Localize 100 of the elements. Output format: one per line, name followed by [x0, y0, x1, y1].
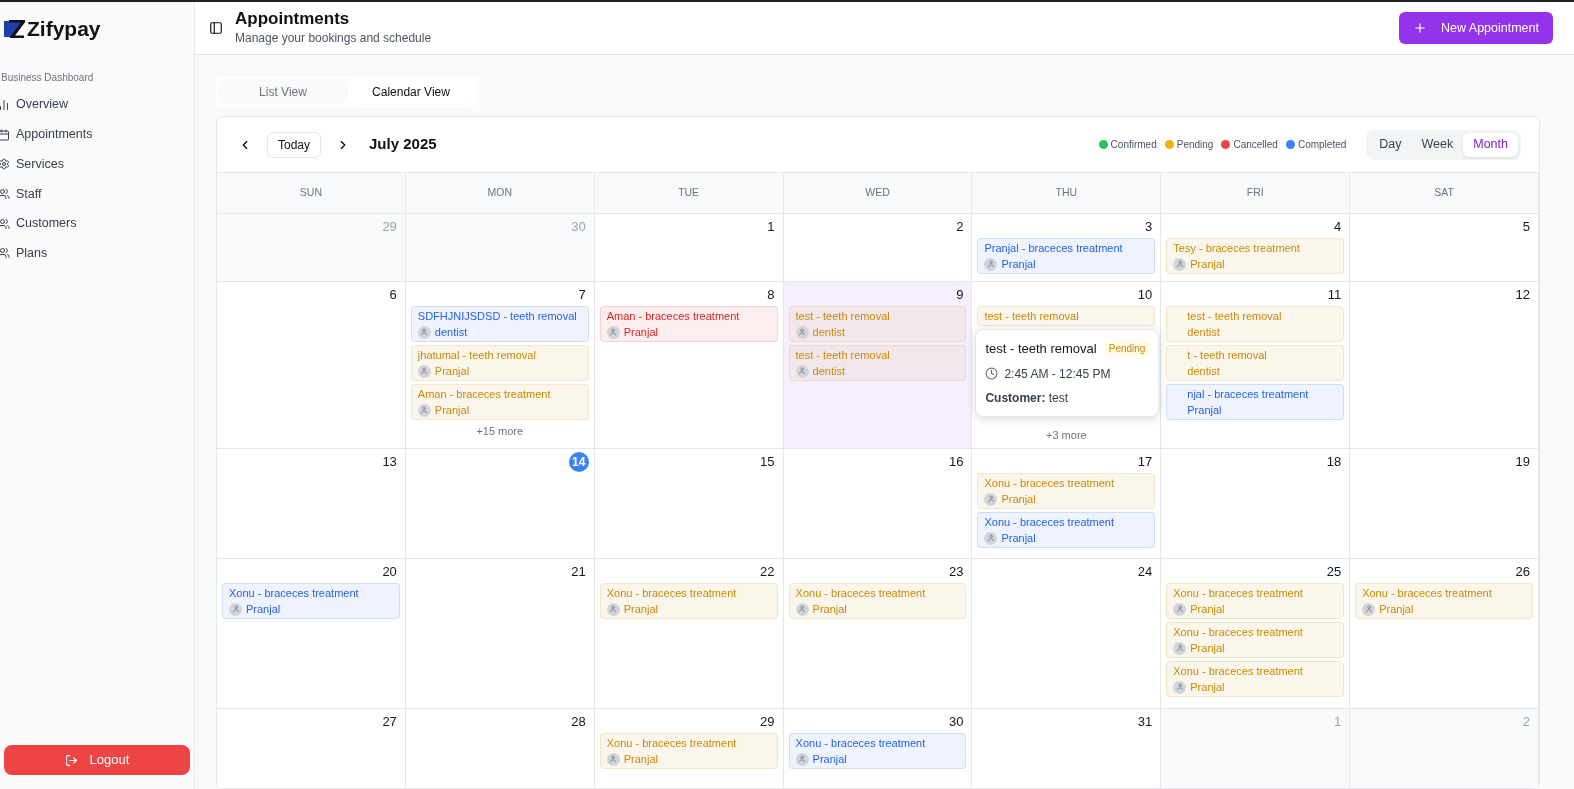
- day-cell[interactable]: 22 Xonu - braceces treatment Pranjal: [594, 559, 784, 709]
- avatar-icon: [606, 752, 620, 766]
- day-cell[interactable]: 19: [1350, 449, 1539, 559]
- avatar-icon: [606, 602, 620, 616]
- nav-item[interactable]: Staff: [0, 179, 194, 209]
- date-number: 7: [578, 286, 586, 304]
- appointment-card[interactable]: Xonu - braceces treatment Pranjal: [977, 512, 1156, 548]
- appointment-card[interactable]: njal - braceces treatment Pranjal: [1166, 384, 1345, 420]
- status-badge: Pending: [1104, 340, 1150, 358]
- date-number: 17: [1137, 453, 1153, 471]
- staff-name: Pranjal: [1001, 492, 1036, 506]
- weekday-header: TUE: [594, 173, 784, 214]
- day-cell[interactable]: 15: [594, 449, 784, 559]
- staff-name: Pranjal: [623, 325, 658, 339]
- nav-item[interactable]: Plans: [0, 238, 194, 269]
- day-cell[interactable]: 14: [405, 449, 595, 559]
- appointment-title: t - teeth removal: [1187, 348, 1268, 362]
- staff-name: Pranjal: [1190, 641, 1225, 655]
- date-number: 2: [1522, 713, 1530, 731]
- day-cell[interactable]: 5: [1350, 214, 1539, 282]
- clock-icon: [985, 367, 999, 380]
- day-cell[interactable]: 20 Xonu - braceces treatment Pranjal: [217, 559, 406, 709]
- avatar-icon: [417, 325, 431, 339]
- day-cell[interactable]: 29 Xonu - braceces treatment Pranjal: [594, 709, 784, 789]
- view-tab[interactable]: List View: [219, 79, 347, 104]
- more-link[interactable]: +15 more: [476, 423, 524, 440]
- view-option[interactable]: Week: [1411, 132, 1464, 157]
- appointment-title: Pranjal - braceces treatment: [984, 241, 1124, 255]
- appointment-title: Xonu - braceces treatment: [1173, 625, 1304, 639]
- day-cell[interactable]: 12: [1350, 282, 1539, 449]
- avatar-icon: [795, 325, 809, 339]
- day-cell[interactable]: 26 Xonu - braceces treatment Pranjal: [1350, 559, 1539, 709]
- date-number: 24: [1137, 563, 1153, 581]
- appointment-card[interactable]: Xonu - braceces treatment Pranjal: [222, 583, 400, 619]
- date-number: 29: [382, 218, 397, 236]
- staff-name: dentist: [1187, 364, 1220, 378]
- today-button[interactable]: Today: [267, 131, 322, 158]
- legend-label: Completed: [1297, 138, 1347, 152]
- day-cell[interactable]: 27: [217, 709, 406, 789]
- day-cell[interactable]: 13: [217, 449, 406, 559]
- date-number: 1: [1333, 713, 1342, 731]
- view-option[interactable]: Month: [1463, 132, 1518, 157]
- day-cell[interactable]: 16: [783, 449, 973, 559]
- brand-name: Zifypay: [27, 16, 101, 43]
- more-link[interactable]: +3 more: [1046, 427, 1087, 444]
- nav-item[interactable]: Customers: [0, 208, 194, 239]
- day-cell[interactable]: 10 test - teeth removal test - teeth removal Pending 2:45 AM - 12:45 PM Customer: test +3 more: [972, 282, 1162, 449]
- day-cell[interactable]: 6: [217, 282, 406, 449]
- date-number: 10: [1137, 286, 1153, 304]
- view-option[interactable]: Day: [1369, 132, 1412, 157]
- date-number: 9: [956, 286, 964, 304]
- staff-name: dentist: [812, 325, 845, 339]
- day-cell[interactable]: 18: [1161, 449, 1351, 559]
- day-cell[interactable]: 1: [594, 214, 784, 282]
- day-cell[interactable]: 7 SDFHJNIJSDSD - teeth removal dentist jhatumal - teeth removal Pranjal Aman - braceces treatment Pranjal +15 more: [405, 282, 595, 449]
- day-cell[interactable]: 28: [405, 709, 595, 789]
- appointment-title: jhatumal - teeth removal: [417, 348, 537, 362]
- date-number: 13: [382, 453, 397, 471]
- day-cell[interactable]: 21: [405, 559, 595, 709]
- bar-chart-icon: [0, 98, 10, 111]
- date-number: 4: [1333, 218, 1342, 236]
- day-cell[interactable]: 11 test - teeth removal dentist t - teeth removal dentist njal - braceces treatment Pranjal: [1161, 282, 1351, 449]
- appointment-card[interactable]: Aman - braceces treatment Pranjal: [599, 306, 778, 342]
- appointment-card[interactable]: Xonu - braceces treatment Pranjal: [788, 733, 967, 769]
- day-cell[interactable]: 4 Tesy - braceces treatment Pranjal: [1161, 214, 1351, 282]
- appointment-card[interactable]: Pranjal - braceces treatment Pranjal: [977, 238, 1156, 274]
- date-number: 5: [1522, 218, 1530, 236]
- day-cell[interactable]: 8 Aman - braceces treatment Pranjal: [594, 282, 784, 449]
- day-cell[interactable]: 3 Pranjal - braceces treatment Pranjal: [972, 214, 1162, 282]
- avatar-icon: [606, 325, 620, 339]
- page-title: Appointments: [235, 9, 351, 29]
- date-number: 21: [571, 563, 586, 581]
- nav-item[interactable]: Services: [0, 149, 194, 180]
- day-cell[interactable]: 23 Xonu - braceces treatment Pranjal: [783, 559, 973, 709]
- month-title: July 2025: [369, 134, 437, 155]
- day-cell[interactable]: 17 Xonu - braceces treatment Pranjal Xonu - braceces treatment Pranjal: [972, 449, 1162, 559]
- appointment-time: 2:45 AM - 12:45 PM: [1004, 365, 1111, 383]
- weekday-header: MON: [405, 173, 595, 214]
- date-number: 19: [1515, 453, 1530, 471]
- day-cell[interactable]: 24: [972, 559, 1162, 709]
- day-cell[interactable]: 31: [972, 709, 1162, 789]
- staff-name: Pranjal: [1001, 531, 1036, 545]
- sidebar-toggle-icon[interactable]: [209, 21, 223, 35]
- date-number: 12: [1515, 286, 1530, 304]
- logout-button[interactable]: Logout: [4, 745, 190, 775]
- appointment-title: Xonu - braceces treatment: [606, 586, 738, 600]
- day-cell[interactable]: 30 Xonu - braceces treatment Pranjal: [783, 709, 973, 789]
- date-number: 20: [382, 563, 397, 581]
- new-appointment-button[interactable]: New Appointment: [1399, 12, 1553, 44]
- day-cell[interactable]: 2: [783, 214, 973, 282]
- avatar-icon: [984, 492, 998, 506]
- appointment-card[interactable]: SDFHJNIJSDSD - teeth removal dentist: [410, 306, 589, 342]
- popover-title: test - teeth removal: [985, 340, 1097, 358]
- weekday-header: THU: [972, 173, 1162, 214]
- nav-item[interactable]: Overview: [0, 90, 194, 120]
- nav-item[interactable]: Appointments: [0, 119, 194, 150]
- staff-name: Pranjal: [1001, 257, 1036, 271]
- appointment-title: Xonu - braceces treatment: [795, 586, 927, 600]
- view-tab[interactable]: Calendar View: [347, 79, 475, 104]
- date-number: 23: [948, 563, 964, 581]
